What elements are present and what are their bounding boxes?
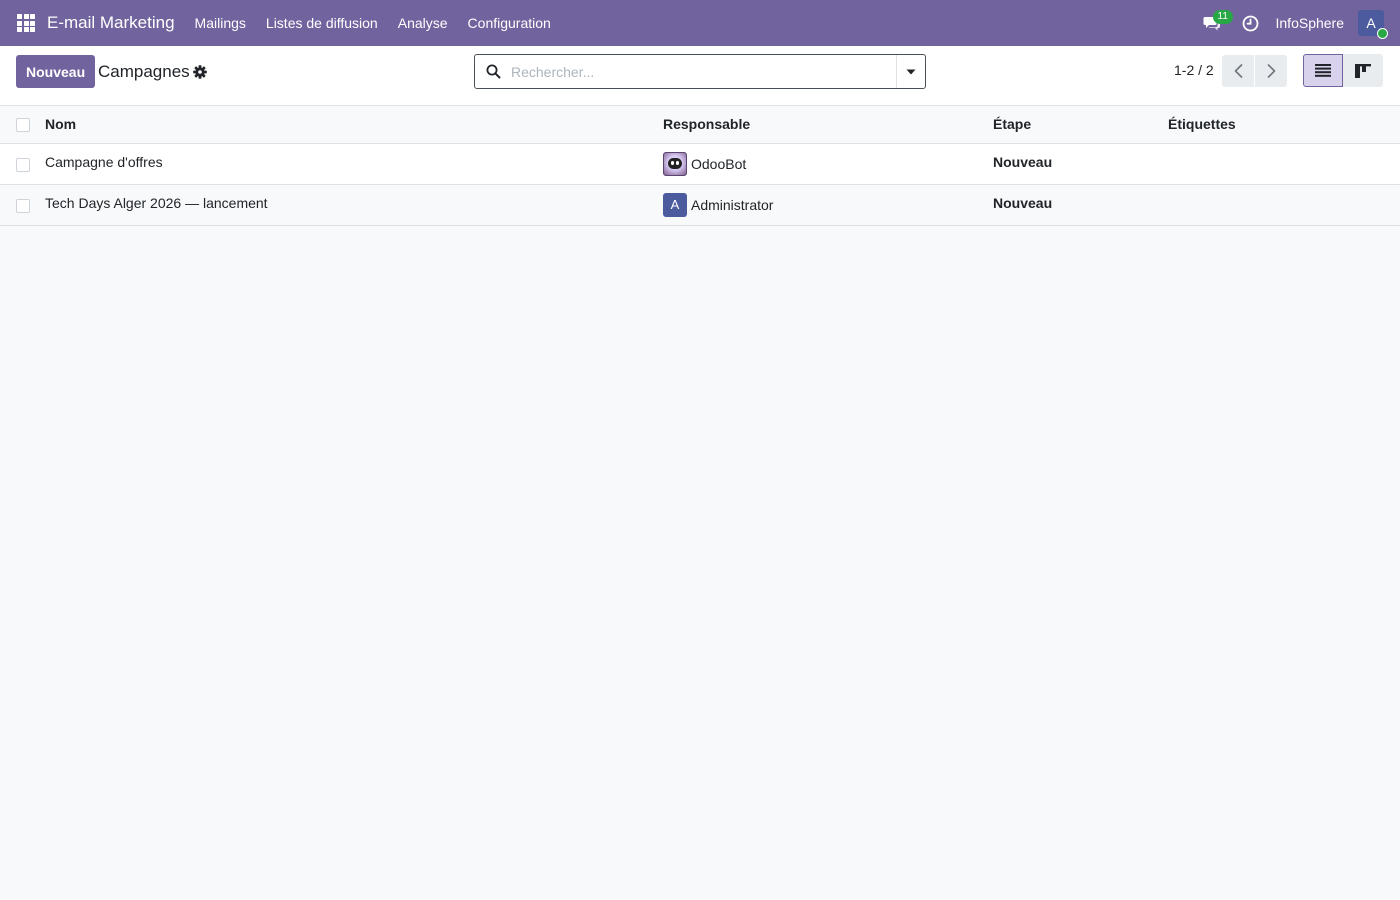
app-name[interactable]: E-mail Marketing <box>47 13 175 33</box>
select-all-cell <box>0 106 45 144</box>
responsible-cell[interactable]: A Administrator <box>663 184 993 225</box>
top-navbar: E-mail Marketing Mailings Listes de diff… <box>0 0 1400 46</box>
column-header-tags[interactable]: Étiquettes <box>1168 106 1400 144</box>
search-input[interactable] <box>511 55 896 88</box>
select-all-checkbox[interactable] <box>16 118 30 133</box>
table-header-row: Nom Responsable Étape Étiquettes <box>0 106 1400 144</box>
kanban-icon <box>1355 63 1371 78</box>
table-row[interactable]: Tech Days Alger 2026 — lancement A Admin… <box>0 184 1400 225</box>
caret-down-icon <box>906 69 916 74</box>
online-status-icon <box>1377 28 1388 39</box>
kanban-view-button[interactable] <box>1343 54 1383 87</box>
stage-cell[interactable]: Nouveau <box>993 184 1168 225</box>
odoobot-avatar <box>663 151 687 176</box>
responsible-cell[interactable]: OdooBot <box>663 143 993 184</box>
campaigns-table: Nom Responsable Étape Étiquettes Campagn… <box>0 106 1400 226</box>
chat-count-badge: 11 <box>1212 10 1233 24</box>
menu-mailings[interactable]: Mailings <box>185 0 256 46</box>
row-select-cell <box>0 143 45 184</box>
row-select-cell <box>0 184 45 225</box>
pager-value[interactable]: 1-2 / 2 <box>1174 62 1214 78</box>
menu-analysis[interactable]: Analyse <box>388 0 458 46</box>
avatar: A <box>663 192 687 217</box>
responsible-name: OdooBot <box>691 155 747 172</box>
column-header-stage[interactable]: Étape <box>993 106 1168 144</box>
stage-cell[interactable]: Nouveau <box>993 143 1168 184</box>
campaign-name: Tech Days Alger 2026 — lancement <box>45 194 268 211</box>
table-row[interactable]: Campagne d'offres OdooBot Nouveau <box>0 143 1400 184</box>
activities-button[interactable] <box>1234 0 1268 46</box>
tags-cell[interactable] <box>1168 143 1400 184</box>
responsible-name: Administrator <box>691 196 774 213</box>
pager-previous-button[interactable] <box>1222 55 1254 87</box>
control-panel: Nouveau Campagnes 1-2 / <box>0 46 1400 106</box>
list-view-button[interactable] <box>1303 54 1343 87</box>
messaging-button[interactable]: 11 <box>1194 0 1233 46</box>
column-header-responsible[interactable]: Responsable <box>663 106 993 144</box>
search-bar <box>474 54 926 89</box>
clock-icon <box>1242 15 1259 31</box>
chevron-right-icon <box>1267 64 1275 78</box>
column-header-name[interactable]: Nom <box>45 106 663 144</box>
stage-label: Nouveau <box>993 153 1053 170</box>
campaign-name-cell[interactable]: Campagne d'offres <box>45 143 663 184</box>
company-switcher[interactable]: InfoSphere <box>1268 15 1353 31</box>
menu-configuration[interactable]: Configuration <box>458 0 561 46</box>
search-options-toggle[interactable] <box>896 55 925 88</box>
new-button[interactable]: Nouveau <box>16 55 96 88</box>
stage-label: Nouveau <box>993 194 1053 211</box>
row-checkbox[interactable] <box>16 198 30 213</box>
campaign-name-cell[interactable]: Tech Days Alger 2026 — lancement <box>45 184 663 225</box>
user-menu[interactable]: A <box>1358 10 1388 39</box>
list-icon <box>1315 64 1331 77</box>
chevron-left-icon <box>1234 64 1242 78</box>
gear-icon[interactable] <box>192 64 208 80</box>
apps-menu-icon[interactable] <box>6 0 46 46</box>
menu-mailing-lists[interactable]: Listes de diffusion <box>256 0 388 46</box>
search-icon <box>475 55 511 88</box>
pager-next-button[interactable] <box>1255 55 1287 87</box>
page-title: Campagnes <box>98 62 190 81</box>
campaign-name: Campagne d'offres <box>45 153 163 170</box>
tags-cell[interactable] <box>1168 184 1400 225</box>
row-checkbox[interactable] <box>16 157 30 172</box>
